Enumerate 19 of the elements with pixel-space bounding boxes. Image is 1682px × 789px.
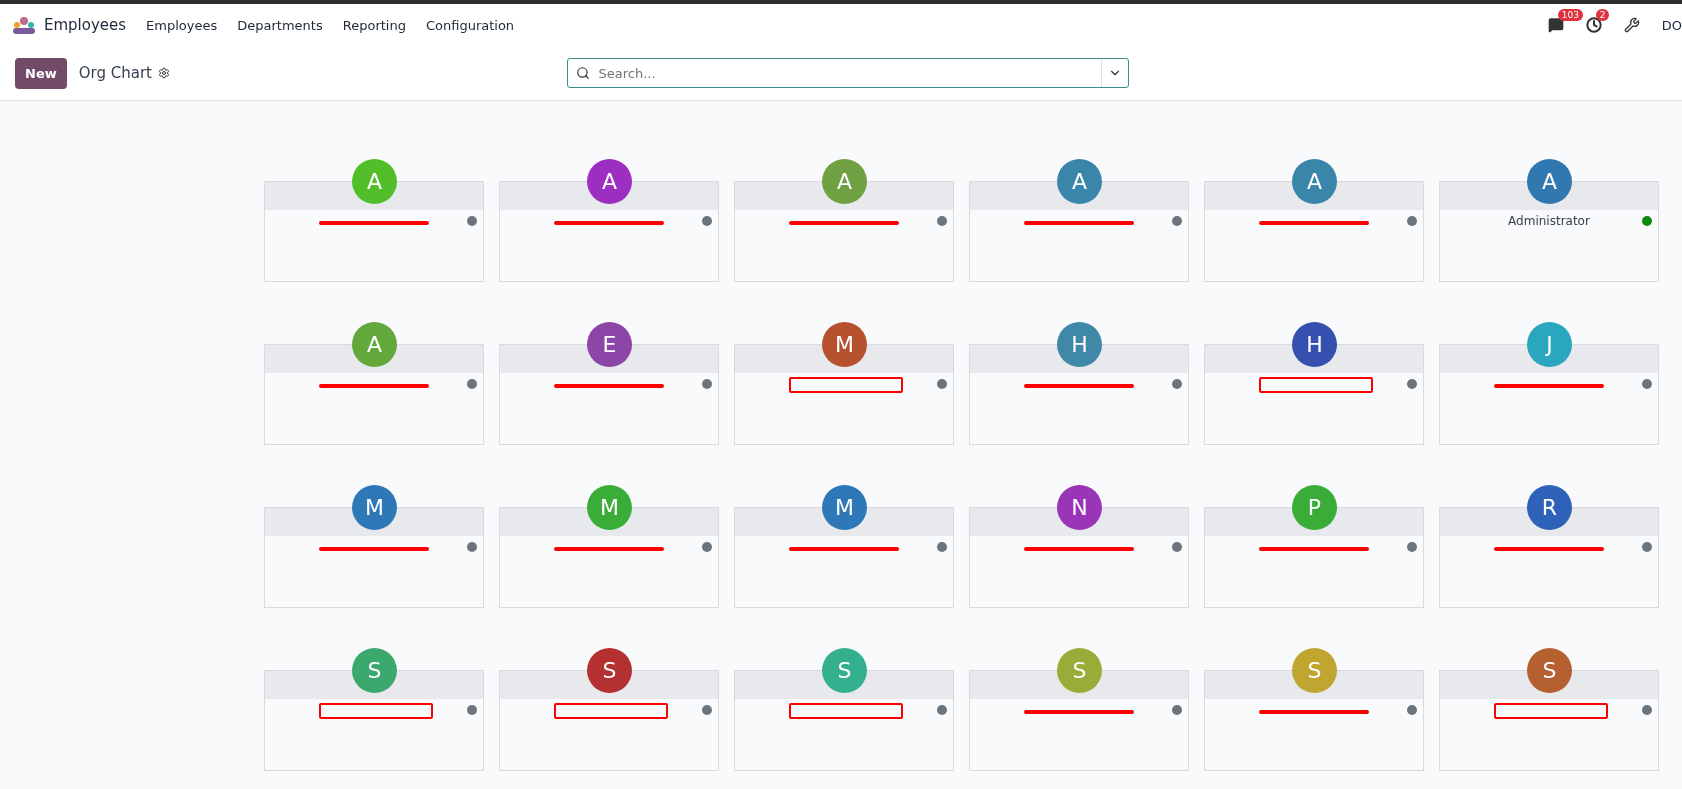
menu-item[interactable]: Reporting: [342, 17, 406, 33]
count-badge: 103: [1557, 9, 1583, 21]
search-field[interactable]: Search...: [567, 58, 1130, 88]
new-button[interactable]: New: [15, 57, 67, 89]
chat-icon[interactable]: [1547, 17, 1564, 33]
employee-name: Administrator: [1508, 214, 1590, 228]
user-name[interactable]: DO: [1661, 17, 1682, 33]
search-icon: [576, 66, 591, 80]
page-title: Org Chart: [78, 64, 152, 82]
count-badge: 2: [1595, 9, 1610, 21]
search-input[interactable]: Search...: [590, 65, 1102, 81]
app-name[interactable]: Employees: [44, 16, 127, 34]
menu-item[interactable]: Configuration: [425, 17, 515, 33]
clock-icon[interactable]: [1585, 17, 1602, 33]
menu-item[interactable]: Departments: [237, 17, 323, 33]
tools-icon[interactable]: [1623, 17, 1640, 33]
menu-item[interactable]: Employees: [146, 17, 218, 33]
app-logo-icon[interactable]: [12, 16, 36, 34]
settings-icon[interactable]: [157, 67, 170, 79]
